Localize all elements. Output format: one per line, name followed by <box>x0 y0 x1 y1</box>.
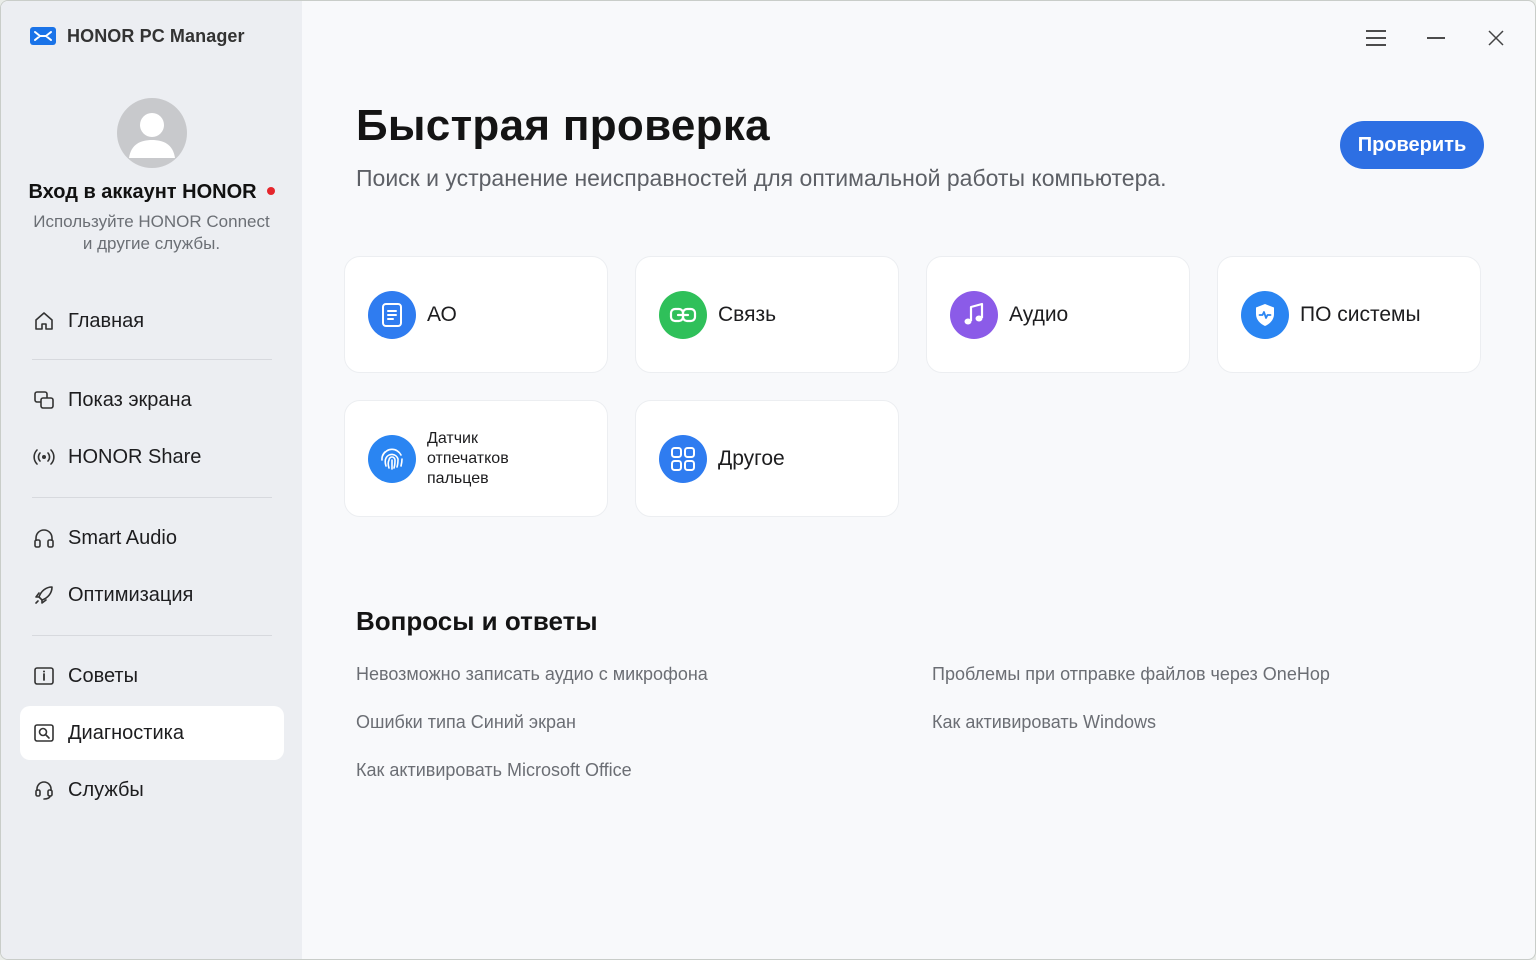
check-card-other[interactable]: Другое <box>635 400 899 517</box>
honor-logo-icon <box>30 27 56 45</box>
sidebar-item-diagnostics[interactable]: Диагностика <box>20 706 284 760</box>
check-card-connection[interactable]: Связь <box>635 256 899 373</box>
divider <box>32 359 272 360</box>
sidebar-item-label: Главная <box>68 309 145 332</box>
check-card-ao[interactable]: АО <box>344 256 608 373</box>
minimize-button[interactable] <box>1421 23 1451 53</box>
shield-icon <box>1241 290 1289 339</box>
avatar[interactable] <box>117 98 187 168</box>
card-label: Связь <box>718 302 777 326</box>
fingerprint-icon <box>368 434 416 483</box>
check-card-audio[interactable]: Аудио <box>926 256 1190 373</box>
sidebar-item-optimization[interactable]: Оптимизация <box>20 568 284 622</box>
page-title: Быстрая проверка <box>356 101 770 150</box>
faq-title: Вопросы и ответы <box>356 606 598 636</box>
card-label: ПО системы <box>1300 302 1421 326</box>
sidebar-item-smart-audio[interactable]: Smart Audio <box>20 511 284 565</box>
sidebar-item-label: Smart Audio <box>68 526 177 549</box>
account-login[interactable]: Вход в аккаунт HONOR <box>1 181 302 204</box>
account-subtitle-line1: Используйте HONOR Connect <box>33 212 270 231</box>
sidebar-item-label: Показ экрана <box>68 388 192 411</box>
sidebar-item-home[interactable]: Главная <box>20 294 284 348</box>
account-subtitle-line2: и другие службы. <box>82 234 221 253</box>
sidebar-item-screen-mirror[interactable]: Показ экрана <box>20 373 284 427</box>
faq-link[interactable]: Как активировать Microsoft Office <box>356 760 632 781</box>
close-icon <box>1488 30 1504 46</box>
user-avatar-icon <box>129 113 175 158</box>
document-icon <box>368 290 416 339</box>
brand: HONOR PC Manager <box>29 25 245 47</box>
card-label: Другое <box>718 446 785 470</box>
divider <box>32 497 272 498</box>
app-title: HONOR PC Manager <box>67 25 245 46</box>
page-subtitle: Поиск и устранение неисправностей для оп… <box>356 165 1167 191</box>
faq-link[interactable]: Ошибки типа Синий экран <box>356 712 576 733</box>
faq-link[interactable]: Проблемы при отправке файлов через OneHo… <box>932 664 1330 685</box>
tips-icon <box>32 664 56 688</box>
card-label: Датчик отпечатков пальцев <box>427 429 509 487</box>
home-icon <box>32 309 56 333</box>
sidebar-item-tips[interactable]: Советы <box>20 649 284 703</box>
faq-link[interactable]: Невозможно записать аудио с микрофона <box>356 664 708 685</box>
sidebar-item-services[interactable]: Службы <box>20 763 284 817</box>
minimize-icon <box>1427 37 1445 39</box>
share-wireless-icon <box>32 445 56 469</box>
account-subtitle: Используйте HONOR Connect и другие служб… <box>1 211 302 255</box>
sidebar-item-label: Советы <box>68 664 138 687</box>
account-title: Вход в аккаунт HONOR <box>28 181 257 203</box>
check-card-fingerprint[interactable]: Датчик отпечатков пальцев <box>344 400 608 517</box>
support-headset-icon <box>32 778 56 802</box>
diagnostics-icon <box>32 721 56 745</box>
sidebar-item-label: Службы <box>68 778 144 801</box>
faq-link[interactable]: Как активировать Windows <box>932 712 1156 733</box>
check-button[interactable]: Проверить <box>1340 121 1484 169</box>
sidebar-item-label: HONOR Share <box>68 445 202 468</box>
rocket-icon <box>32 583 56 607</box>
sidebar: HONOR PC Manager Вход в аккаунт HONOR Ис… <box>1 1 302 959</box>
card-label: АО <box>427 302 457 326</box>
app-window: HONOR PC Manager Вход в аккаунт HONOR Ис… <box>0 0 1536 960</box>
link-icon <box>659 290 707 339</box>
sidebar-item-label: Оптимизация <box>68 583 194 606</box>
music-note-icon <box>950 290 998 339</box>
divider <box>32 635 272 636</box>
notification-dot <box>266 186 275 195</box>
screen-mirror-icon <box>32 388 56 412</box>
sidebar-item-label: Диагностика <box>68 721 184 744</box>
check-card-system-software[interactable]: ПО системы <box>1217 256 1481 373</box>
headphones-icon <box>32 526 56 550</box>
card-label: Аудио <box>1009 302 1069 326</box>
sidebar-item-honor-share[interactable]: HONOR Share <box>20 430 284 484</box>
grid-icon <box>659 434 707 483</box>
menu-button[interactable] <box>1361 23 1391 53</box>
close-button[interactable] <box>1481 23 1511 53</box>
hamburger-menu-icon <box>1366 30 1386 46</box>
